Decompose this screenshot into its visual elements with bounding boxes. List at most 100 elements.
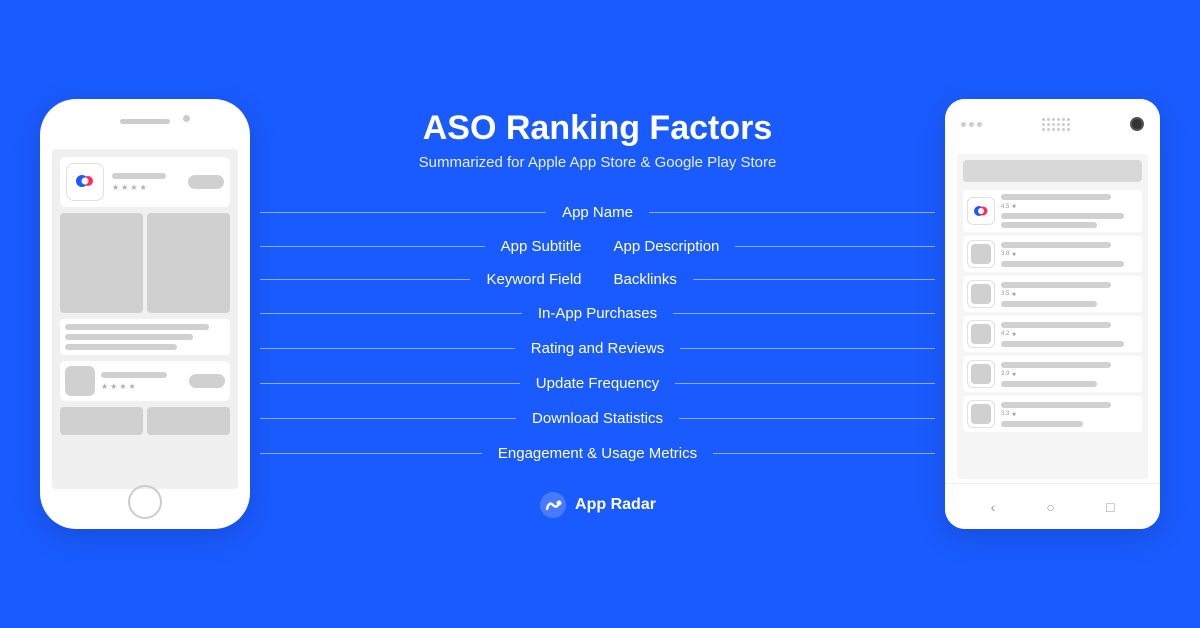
- iphone-home-button: [128, 485, 162, 519]
- sp: [1052, 118, 1055, 121]
- sp: [1042, 128, 1045, 131]
- rating-text-6: 3.3: [1001, 411, 1009, 417]
- iphone-app-info: ★ ★ ★ ★: [112, 173, 180, 192]
- sp: [1057, 128, 1060, 131]
- android-rating-4: 4.2 ★: [1001, 331, 1138, 338]
- stars-row-2: ★ ★ ★ ★: [101, 382, 183, 391]
- line: [1001, 362, 1111, 368]
- line: [1001, 301, 1097, 307]
- factor-row-rating: Rating and Reviews: [260, 336, 935, 361]
- line: [65, 334, 193, 340]
- iphone-speaker: [120, 119, 170, 124]
- brand-logo-icon: [539, 491, 567, 519]
- line: [1001, 381, 1097, 387]
- brand-footer: App Radar: [539, 491, 656, 519]
- sp: [1062, 128, 1065, 131]
- line: [1001, 322, 1111, 328]
- android-recent-btn: □: [1106, 499, 1114, 515]
- icon-placeholder: [971, 284, 991, 304]
- bottom-block-1: [60, 407, 143, 435]
- android-top-bar: [945, 99, 1160, 149]
- sp: [1042, 123, 1045, 126]
- iphone-mockup: ★ ★ ★ ★: [40, 99, 250, 529]
- line: [65, 344, 177, 350]
- android-app-row-4: 4.2 ★: [963, 316, 1142, 352]
- line-left: [260, 348, 515, 349]
- factor-row-split-2: Keyword Field Backlinks: [260, 267, 935, 292]
- sp: [1057, 118, 1060, 121]
- star4: ★: [129, 382, 136, 391]
- factor-right-description: App Description: [598, 234, 936, 259]
- screenshot-1: [60, 213, 143, 313]
- android-star-1: ★: [1011, 203, 1016, 210]
- android-screen: 4.5 ★ 3.8 ★: [957, 154, 1148, 479]
- line: [1001, 261, 1124, 267]
- android-app-icon-2: [967, 240, 995, 268]
- rating-text-5: 3.9: [1001, 371, 1009, 377]
- iphone-btn-2: [189, 374, 225, 388]
- android-app-info-3: 3.5 ★: [1001, 282, 1138, 307]
- line: [1001, 213, 1124, 219]
- line-right: [680, 348, 935, 349]
- android-star-2: ★: [1011, 251, 1016, 258]
- sp: [1067, 128, 1070, 131]
- icon-placeholder: [971, 364, 991, 384]
- line: [1001, 421, 1083, 427]
- factor-label-rating: Rating and Reviews: [515, 336, 680, 361]
- line-left: [260, 453, 482, 454]
- bottom-block-2: [147, 407, 230, 435]
- factor-label-keyword: Keyword Field: [470, 267, 597, 292]
- sp: [1047, 123, 1050, 126]
- factor-left-keyword: Keyword Field: [260, 267, 598, 292]
- android-bottom-bar: ‹ ○ □: [945, 483, 1160, 529]
- star3: ★: [130, 183, 137, 192]
- line: [65, 324, 209, 330]
- android-camera: [1130, 117, 1144, 131]
- line: [1001, 222, 1097, 228]
- line-right: [679, 418, 935, 419]
- line-left: [260, 212, 546, 213]
- factor-left-subtitle: App Subtitle: [260, 234, 598, 259]
- android-mockup: 4.5 ★ 3.8 ★: [945, 99, 1160, 529]
- android-star-4: ★: [1011, 331, 1016, 338]
- factor-label-iap: In-App Purchases: [522, 301, 673, 326]
- factor-row-iap: In-App Purchases: [260, 301, 935, 326]
- sp: [1062, 123, 1065, 126]
- android-app-row-2: 3.8 ★: [963, 236, 1142, 272]
- sp: [1042, 118, 1045, 121]
- factors-grid: App Name App Subtitle App Description K: [260, 195, 935, 471]
- android-rating-3: 3.5 ★: [1001, 291, 1138, 298]
- android-star-6: ★: [1011, 411, 1016, 418]
- rating-text-3: 3.5: [1001, 291, 1009, 297]
- sp: [1062, 118, 1065, 121]
- line: [1001, 341, 1124, 347]
- factor-row-split-1: App Subtitle App Description: [260, 234, 935, 259]
- android-icon-svg-1: [970, 200, 992, 222]
- dot1: [961, 122, 966, 127]
- sp: [1047, 128, 1050, 131]
- android-rating-6: 3.3 ★: [1001, 411, 1138, 418]
- android-home-btn: ○: [1046, 499, 1054, 515]
- android-rating-2: 3.8 ★: [1001, 251, 1138, 258]
- dot2: [969, 122, 974, 127]
- line-left: [260, 313, 522, 314]
- android-app-icon-3: [967, 280, 995, 308]
- app-radar-icon-left: [71, 168, 99, 196]
- star4: ★: [140, 183, 147, 192]
- sp: [1052, 128, 1055, 131]
- iphone-desc-block: [60, 319, 230, 355]
- rating-text-2: 3.8: [1001, 251, 1009, 257]
- icon-placeholder: [971, 244, 991, 264]
- star1: ★: [112, 183, 119, 192]
- android-app-info-6: 3.3 ★: [1001, 402, 1138, 427]
- android-app-icon-5: [967, 360, 995, 388]
- line: [693, 279, 935, 280]
- brand-name-label: App Radar: [575, 496, 656, 514]
- sp: [1067, 118, 1070, 121]
- star3: ★: [119, 382, 126, 391]
- iphone-camera: [183, 115, 190, 122]
- factor-label-subtitle: App Subtitle: [485, 234, 598, 259]
- android-app-icon-6: [967, 400, 995, 428]
- android-star-3: ★: [1011, 291, 1016, 298]
- dot3: [977, 122, 982, 127]
